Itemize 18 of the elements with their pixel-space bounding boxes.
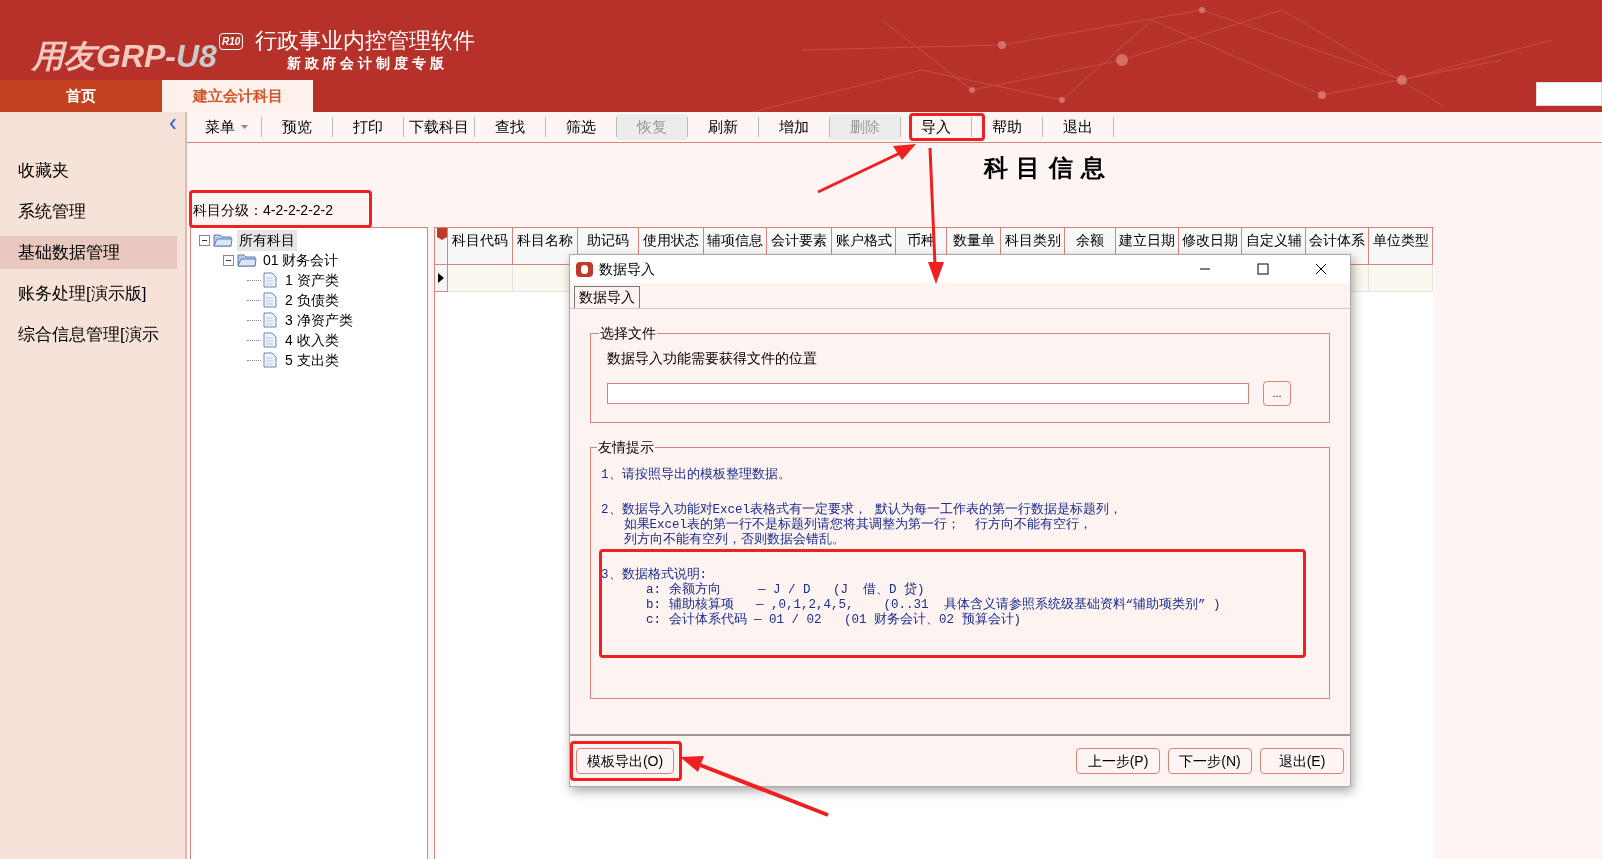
group-title: 友情提示	[597, 438, 655, 457]
tip-text: a: 余额方向 — J / D (J 借、D 贷)	[645, 583, 926, 597]
tip-text: 列方向不能有空列，否则数据会错乱。	[622, 533, 846, 548]
product-subtitle: 新 政 府 会 计 制 度 专 版	[286, 54, 444, 72]
edition-badge: R10	[218, 33, 244, 50]
tip-text: 如果Excel表的第一行不是标题列请您将其调整为第一行； 行方向不能有空行，	[622, 518, 1093, 532]
tip-text: 1、请按照导出的模板整理数据。	[601, 468, 792, 483]
product-logo: U8	[176, 40, 217, 72]
tip-text: c: 会计体系代码 — 01 / 02 (01 财务会计、02 预算会计)	[645, 613, 1023, 628]
tip-text: 3、数据格式说明:	[601, 568, 708, 582]
group-title: 选择文件	[599, 324, 657, 343]
tip-text: 2、数据导入功能对Excel表格式有一定要求， 默认为每一工作表的第一行数据是标题列，	[601, 503, 1123, 517]
product-title: 行政事业内控管理软件	[255, 27, 476, 55]
level-label: 科目分级：4-2-2-2-2-2	[193, 201, 334, 220]
brand-logo: 用友GRP-	[32, 40, 176, 72]
prompt-text: 数据导入功能需要获得文件的位置	[607, 349, 818, 368]
tip-text: b: 辅助核算项 — ,0,1,2,4,5, (0..31 具体含义请参照系统级基础资料“辅助项类别” )	[645, 598, 1222, 612]
page-title: 科 目 信 息	[983, 152, 1106, 184]
